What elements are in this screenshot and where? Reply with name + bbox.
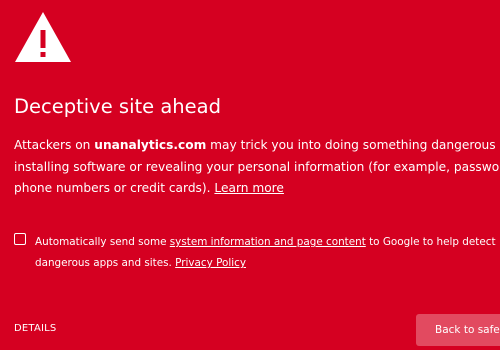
reporting-line-2: dangerous apps and sites. Privacy Policy — [35, 253, 500, 274]
learn-more-link[interactable]: Learn more — [214, 181, 284, 195]
privacy-policy-link[interactable]: Privacy Policy — [175, 257, 246, 269]
description-suffix: may trick you into doing something dange… — [206, 138, 500, 152]
back-to-safety-button[interactable]: Back to safety — [416, 314, 500, 346]
description-line-2: installing software or revealing your pe… — [14, 159, 500, 174]
description-line-3-text: phone numbers or credit cards). — [14, 181, 215, 195]
details-button[interactable]: DETAILS — [14, 323, 56, 334]
reporting-line-1: Automatically send some system informati… — [35, 232, 500, 253]
reporting-label: Automatically send some system informati… — [35, 232, 500, 274]
reporting-checkbox[interactable] — [14, 233, 26, 245]
warning-triangle-icon — [14, 11, 72, 63]
description-line-3: phone numbers or credit cards). Learn mo… — [14, 178, 500, 200]
system-information-link[interactable]: system information and page content — [170, 236, 366, 248]
reporting-text-after: to Google to help detect — [365, 236, 496, 248]
description-prefix: Attackers on — [14, 138, 95, 152]
description-line-1: Attackers on unanalytics.com may trick y… — [14, 135, 500, 157]
warning-description: Attackers on unanalytics.com may trick y… — [14, 135, 500, 200]
reporting-line-2-text: dangerous apps and sites. — [35, 257, 176, 269]
reporting-text-before: Automatically send some — [35, 236, 170, 248]
site-domain: unanalytics.com — [94, 138, 207, 152]
page-title: Deceptive site ahead — [14, 95, 221, 118]
